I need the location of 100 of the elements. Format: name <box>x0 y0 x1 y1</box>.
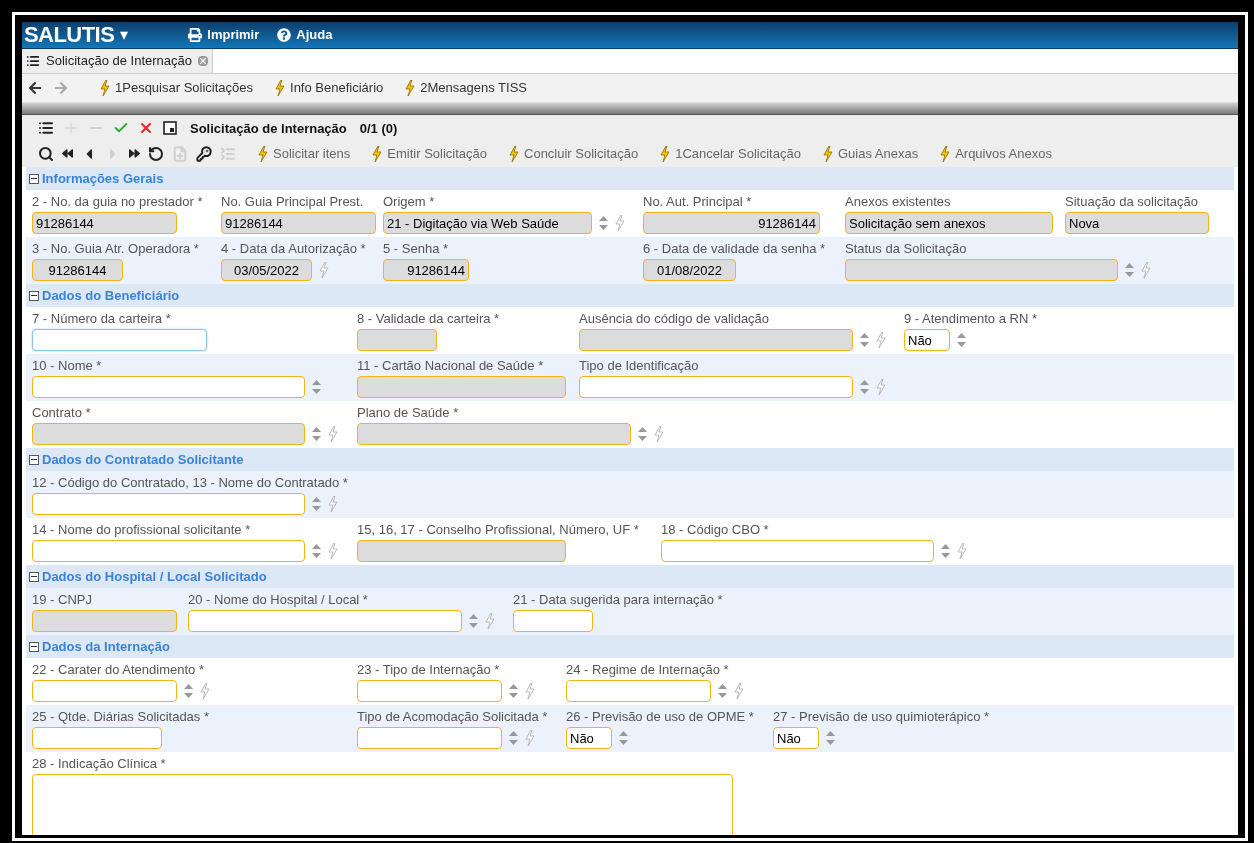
rewind-icon[interactable] <box>62 148 73 160</box>
fast-forward-icon[interactable] <box>129 148 140 160</box>
field-label: 3 - No. Guia Atr. Operadora * <box>32 240 199 257</box>
select-field[interactable] <box>566 680 711 702</box>
collapse-icon[interactable] <box>29 571 39 582</box>
action-link[interactable]: Solicitar itens <box>258 144 351 164</box>
spinner-icon[interactable] <box>826 731 835 745</box>
field-label: No. Aut. Principal * <box>643 193 752 210</box>
lightning-icon[interactable] <box>940 145 951 162</box>
caret-icon[interactable]: ▾ <box>120 27 129 43</box>
spinner-icon[interactable] <box>312 427 321 441</box>
lightning-icon[interactable] <box>660 145 671 162</box>
field-label: Origem * <box>383 193 435 210</box>
header-link[interactable]: Imprimir <box>188 25 260 45</box>
spinner-icon[interactable] <box>509 731 518 745</box>
select-field[interactable] <box>32 493 305 515</box>
select-field[interactable] <box>32 376 305 398</box>
input-field[interactable] <box>32 727 162 749</box>
field-label: Plano de Saúde * <box>357 404 459 421</box>
collapse-icon[interactable] <box>29 641 39 652</box>
toolbar-link[interactable]: Info Beneficiário <box>275 78 384 98</box>
header-link[interactable]: Ajuda <box>277 25 333 45</box>
list-icon[interactable] <box>38 120 54 137</box>
field-label: 24 - Regime de Internação * <box>566 661 729 678</box>
section-title: Dados do Hospital / Local Solicitado <box>42 567 267 586</box>
search-icon[interactable] <box>38 145 54 162</box>
input-field[interactable] <box>32 329 207 351</box>
field-label: 22 - Carater do Atendimento * <box>32 661 204 678</box>
action-link[interactable]: Emitir Solicitação <box>372 144 487 164</box>
input-field[interactable] <box>513 610 593 632</box>
spinner-icon[interactable] <box>312 497 321 511</box>
field-label: 2 - No. da guia no prestador * <box>32 193 203 210</box>
field-label: Ausência do código de validação <box>579 310 770 327</box>
field-label: Tipo de Acomodação Solicitada * <box>357 708 548 725</box>
section-title: Informações Gerais <box>42 169 164 188</box>
select-field[interactable] <box>32 680 177 702</box>
field-label: 8 - Validade da carteira * <box>357 310 500 327</box>
panel-title: Solicitação de Internação <box>190 119 347 138</box>
action-link[interactable]: Arquivos Anexos <box>940 144 1052 164</box>
action-link[interactable]: Concluir Solicitação <box>509 144 639 164</box>
lightning-icon[interactable] <box>405 80 416 96</box>
spinner-icon[interactable] <box>312 380 321 394</box>
spinner-icon[interactable] <box>941 544 950 558</box>
spinner-icon[interactable] <box>599 216 608 230</box>
field-label: Anexos existentes <box>845 193 951 210</box>
field-label: 6 - Data de validade da senha * <box>643 240 826 257</box>
field-label: 15, 16, 17 - Conselho Profissional, Número, UF * <box>357 521 639 538</box>
lightning-icon[interactable] <box>822 145 833 162</box>
spinner-icon[interactable] <box>619 731 628 745</box>
spinner-icon[interactable] <box>312 544 321 558</box>
field-label: Situação da solicitação <box>1065 193 1198 210</box>
lightning-icon[interactable] <box>509 145 519 162</box>
undo-icon[interactable] <box>148 145 164 162</box>
field-label: 21 - Data sugerida para internação * <box>513 591 723 608</box>
brand-logo[interactable]: SALUTIS <box>24 24 115 46</box>
window-icon[interactable] <box>163 121 177 136</box>
close-icon[interactable] <box>198 56 208 66</box>
spinner-icon[interactable] <box>860 380 869 394</box>
lightning-icon[interactable] <box>372 145 383 162</box>
spinner-icon[interactable] <box>718 684 727 698</box>
select-field[interactable] <box>579 376 853 398</box>
spinner-icon[interactable] <box>1125 263 1134 277</box>
select-field[interactable] <box>188 610 462 632</box>
spinner-icon[interactable] <box>957 333 966 347</box>
tab[interactable]: Solicitação de Internação <box>22 49 213 73</box>
field-label: 14 - Nome do profissional solicitante * <box>32 521 251 538</box>
lightning-icon[interactable] <box>275 80 286 96</box>
spinner-icon[interactable] <box>638 427 647 441</box>
back-arrow-icon[interactable] <box>28 81 42 95</box>
collapse-icon[interactable] <box>29 290 39 301</box>
field-label: 28 - Indicação Clínica * <box>32 755 166 772</box>
spinner-icon[interactable] <box>469 614 478 628</box>
list-icon <box>26 54 40 68</box>
key-icon[interactable] <box>196 145 212 162</box>
select-field[interactable] <box>661 540 934 562</box>
toolbar-link[interactable]: 1Pesquisar Solicitações <box>100 78 254 98</box>
select-field[interactable] <box>357 680 502 702</box>
select-field[interactable] <box>357 727 502 749</box>
field-label: 18 - Código CBO * <box>661 521 769 538</box>
spinner-icon[interactable] <box>184 684 193 698</box>
lightning-icon[interactable] <box>100 80 110 96</box>
select-field[interactable]: Não <box>773 727 819 749</box>
lightning-icon[interactable] <box>258 145 268 162</box>
collapse-icon[interactable] <box>29 454 39 465</box>
section-title: Dados do Contratado Solicitante <box>42 450 244 469</box>
select-field[interactable]: Não <box>904 329 950 351</box>
spinner-icon[interactable] <box>860 333 869 347</box>
toolbar-link[interactable]: 2Mensagens TISS <box>405 78 527 98</box>
spinner-icon[interactable] <box>509 684 518 698</box>
field-label: 10 - Nome * <box>32 357 102 374</box>
field-label: 12 - Código do Contratado, 13 - Nome do Contratado * <box>32 474 348 491</box>
select-field[interactable]: Não <box>566 727 612 749</box>
action-link[interactable]: 1Cancelar Solicitação <box>660 144 801 164</box>
action-link[interactable]: Guias Anexas <box>822 144 919 164</box>
select-field[interactable] <box>32 540 305 562</box>
help-icon <box>277 28 292 42</box>
collapse-icon[interactable] <box>29 173 39 184</box>
field-label: 7 - Número da carteira * <box>32 310 171 327</box>
field-label: Status da Solicitação <box>845 240 967 257</box>
section-title: Dados do Beneficiário <box>42 286 180 305</box>
